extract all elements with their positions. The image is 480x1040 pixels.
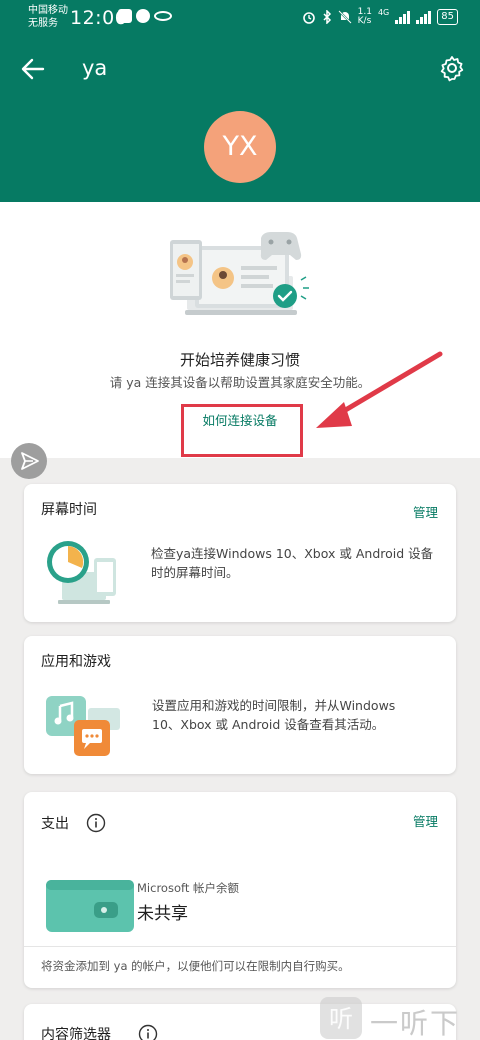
highlight-box bbox=[181, 404, 303, 457]
spending-footer: 将资金添加到 ya 的帐户，以便他们可以在限制内自行购买。 bbox=[41, 959, 350, 973]
svg-text:听: 听 bbox=[329, 1005, 353, 1033]
app-bar: ya YX bbox=[0, 36, 480, 202]
devices-illustration-icon bbox=[170, 232, 309, 315]
network-speed: 1.1 K/s bbox=[358, 8, 372, 26]
speed-unit: K/s bbox=[357, 16, 372, 26]
floating-send-button[interactable] bbox=[11, 443, 47, 479]
apps-games-card[interactable]: 应用和游戏 设置应用和游戏的时间限制，并从Windows 10、Xbox 或 A… bbox=[24, 636, 456, 774]
divider bbox=[24, 946, 456, 947]
status-bar: 中国移动 无服务 12:06 1.1 K/s 4G 85 bbox=[0, 0, 480, 36]
notification-icons bbox=[118, 9, 172, 23]
alarm-icon bbox=[302, 12, 315, 24]
spending-manage-button[interactable]: 管理 bbox=[413, 811, 438, 830]
content-filter-info-icon[interactable] bbox=[138, 1024, 158, 1040]
screen-time-title: 屏幕时间 bbox=[41, 502, 97, 518]
back-arrow-icon[interactable] bbox=[20, 56, 46, 82]
wallet-icon bbox=[46, 880, 134, 932]
mail-icon bbox=[118, 9, 132, 23]
carrier-status: 无服务 bbox=[28, 18, 58, 29]
signal-2-icon bbox=[416, 10, 432, 24]
signal-icon bbox=[395, 10, 411, 24]
network-type: 4G bbox=[377, 8, 390, 17]
spending-card[interactable]: 支出 管理 Microsoft 帐户余额 未共享 将资金添加到 ya 的帐户，以… bbox=[24, 792, 456, 988]
screen-time-card[interactable]: 屏幕时间 管理 检查ya连接Windows 10、Xbox 或 Android … bbox=[24, 484, 456, 622]
mute-icon bbox=[337, 10, 352, 24]
weather-icon bbox=[136, 9, 150, 23]
screen-time-illustration-icon bbox=[47, 541, 116, 604]
watermark-text: 一听下载 bbox=[370, 1007, 461, 1040]
balance-value: 未共享 bbox=[137, 904, 188, 924]
apps-games-description: 设置应用和游戏的时间限制，并从Windows 10、Xbox 或 Android… bbox=[152, 698, 396, 732]
avatar[interactable]: YX bbox=[204, 111, 276, 183]
carrier-name: 中国移动 bbox=[28, 5, 68, 16]
apps-games-illustration-icon bbox=[46, 696, 120, 756]
settings-gear-icon[interactable] bbox=[438, 54, 466, 82]
page-title: ya bbox=[82, 56, 108, 80]
spending-title: 支出 bbox=[41, 816, 69, 832]
apps-games-title: 应用和游戏 bbox=[41, 654, 111, 670]
system-icons: 1.1 K/s 4G 85 bbox=[302, 8, 458, 26]
content-filter-title: 内容筛选器 bbox=[41, 1027, 111, 1040]
info-icon[interactable] bbox=[86, 813, 106, 833]
carrier-info: 中国移动 无服务 bbox=[28, 4, 68, 30]
bluetooth-icon bbox=[323, 10, 331, 24]
balance-label: Microsoft 帐户余额 bbox=[137, 881, 239, 895]
battery-icon: 85 bbox=[437, 9, 458, 25]
send-icon bbox=[21, 452, 39, 470]
eye-icon bbox=[154, 11, 172, 21]
screen-time-description: 检查ya连接Windows 10、Xbox 或 Android 设备 时的屏幕时… bbox=[151, 546, 434, 580]
annotation-arrow-icon bbox=[316, 351, 443, 428]
screen-time-manage-button[interactable]: 管理 bbox=[413, 502, 438, 521]
